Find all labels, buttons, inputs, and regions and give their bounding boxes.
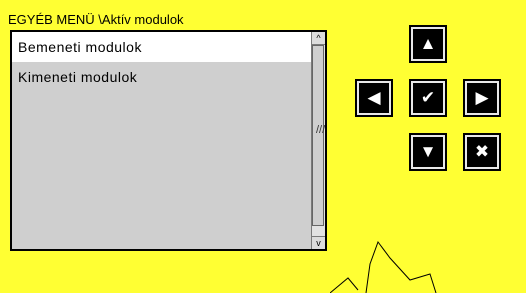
- list-item-output-modules[interactable]: Kimeneti modulok: [12, 62, 311, 92]
- scroll-up-button[interactable]: ^: [312, 32, 325, 45]
- arrow-down-icon: ▼: [419, 142, 437, 161]
- grip-icon: ///: [316, 124, 326, 136]
- arrow-left-icon: ◀: [367, 88, 381, 107]
- cancel-button[interactable]: ✖: [465, 135, 499, 169]
- left-button[interactable]: ◀: [357, 81, 391, 115]
- list-item-label: Kimeneti modulok: [18, 69, 138, 85]
- checkmark-icon: ✔: [420, 88, 436, 107]
- ok-button[interactable]: ✔: [411, 81, 445, 115]
- down-button[interactable]: ▼: [411, 135, 445, 169]
- scroll-down-button[interactable]: v: [312, 236, 325, 249]
- page-title: EGYÉB MENÜ \Aktív modulok: [8, 12, 184, 27]
- hand-outline-icon: [330, 240, 437, 293]
- up-button[interactable]: ▲: [411, 27, 445, 61]
- scroll-thumb[interactable]: ///: [312, 45, 326, 226]
- right-button[interactable]: ▶: [465, 81, 499, 115]
- module-list: Bemeneti modulok Kimeneti modulok: [12, 32, 311, 249]
- vertical-scrollbar[interactable]: ^ /// v: [311, 32, 325, 249]
- module-list-panel: Bemeneti modulok Kimeneti modulok ^ /// …: [10, 30, 327, 251]
- close-icon: ✖: [474, 142, 490, 161]
- arrow-up-icon: ▲: [419, 34, 437, 53]
- list-item-input-modules[interactable]: Bemeneti modulok: [12, 32, 311, 62]
- scroll-track[interactable]: ///: [312, 45, 325, 236]
- list-item-label: Bemeneti modulok: [18, 39, 142, 55]
- arrow-right-icon: ▶: [475, 88, 489, 107]
